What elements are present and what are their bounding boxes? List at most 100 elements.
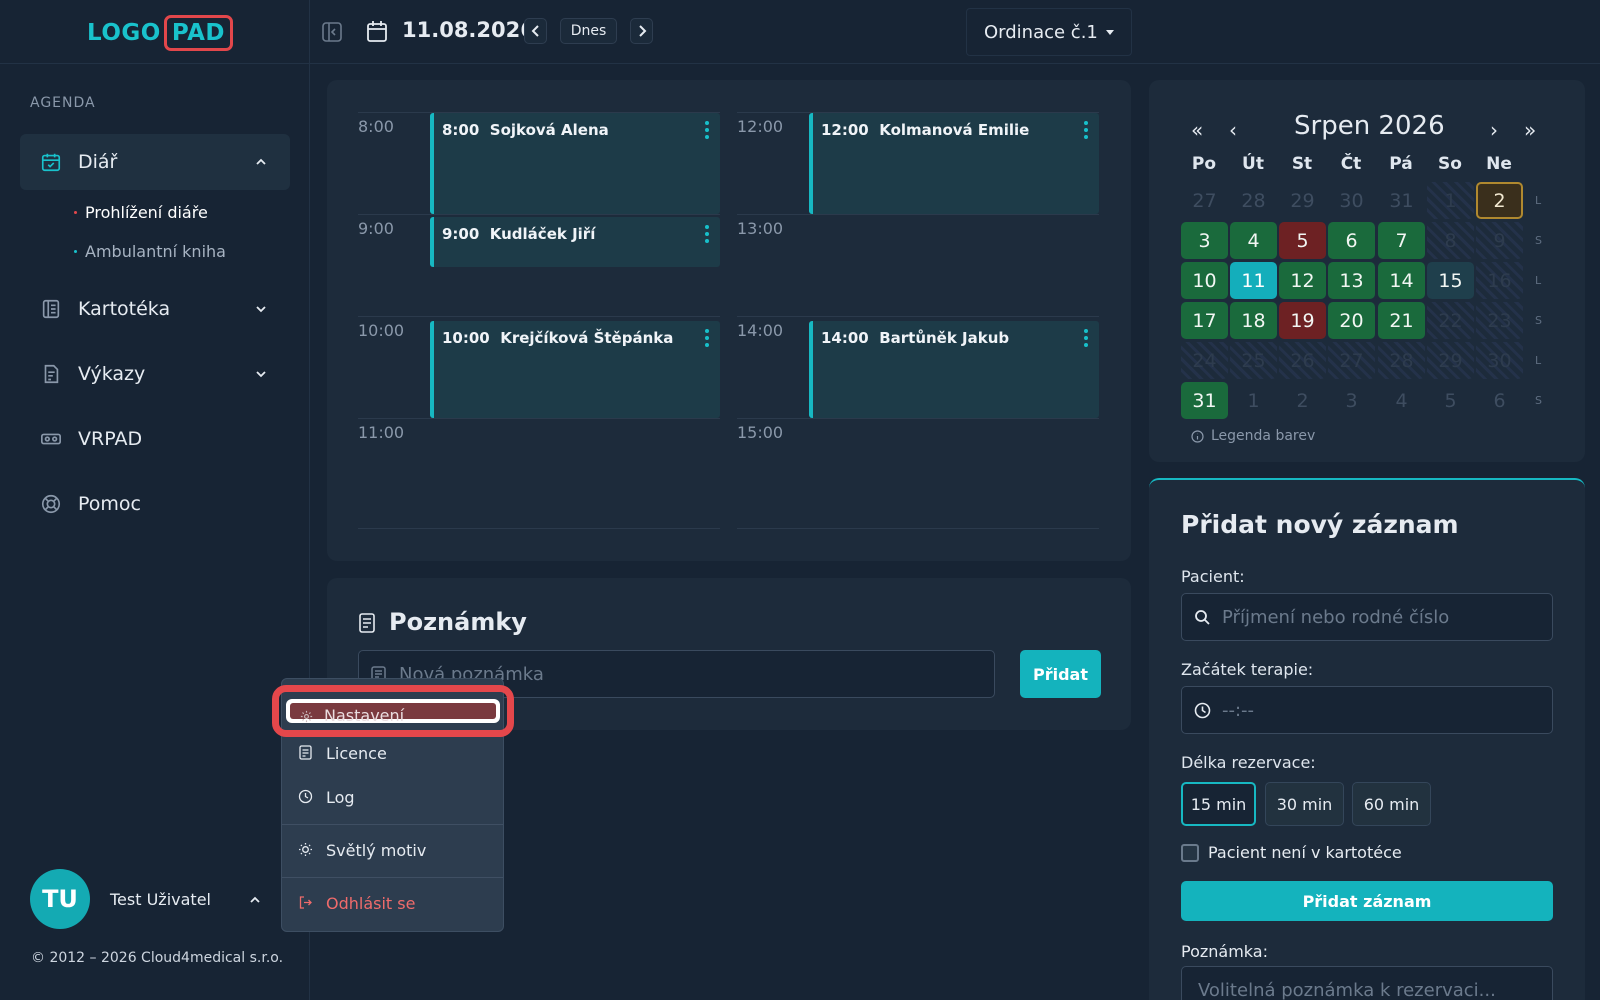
calendar-day[interactable]: 2 xyxy=(1476,182,1523,219)
appointment-patient: Kudláček Jiří xyxy=(489,225,596,243)
start-time-input[interactable]: --:-- xyxy=(1181,686,1553,734)
sidebar-item-diar[interactable]: Diář xyxy=(20,134,290,190)
add-note-button[interactable]: Přidat xyxy=(1020,650,1101,698)
next-month-button[interactable]: › xyxy=(1490,118,1498,142)
prev-year-button[interactable]: « xyxy=(1191,118,1203,142)
next-year-button[interactable]: » xyxy=(1524,118,1536,142)
sidebar-item-vykazy[interactable]: Výkazy xyxy=(20,346,290,402)
calendar-icon[interactable] xyxy=(366,20,388,43)
prev-day-button[interactable] xyxy=(524,18,547,44)
calendar-day[interactable]: 22 xyxy=(1427,302,1474,339)
sidebar-item-pomoc[interactable]: Pomoc xyxy=(20,476,290,532)
calendar-day[interactable]: 27 xyxy=(1328,342,1375,379)
week-letter: S xyxy=(1535,314,1542,327)
prev-month-button[interactable]: ‹ xyxy=(1229,118,1237,142)
weekday-header: So xyxy=(1438,154,1462,174)
calendar-day[interactable]: 30 xyxy=(1328,182,1375,219)
calendar-day[interactable]: 28 xyxy=(1378,342,1425,379)
calendar-day[interactable]: 18 xyxy=(1230,302,1277,339)
office-select[interactable]: Ordinace č.1 xyxy=(966,8,1132,56)
appointment-card[interactable]: 12:00 Kolmanová Emilie xyxy=(809,113,1099,214)
more-vertical-icon[interactable] xyxy=(1084,329,1088,347)
menu-item-logout[interactable]: Odhlásit se xyxy=(282,883,503,923)
menu-item-log[interactable]: Log xyxy=(282,777,503,817)
calendar-day[interactable]: 20 xyxy=(1328,302,1375,339)
calendar-day[interactable]: 11 xyxy=(1230,262,1277,299)
hour-line xyxy=(737,528,1099,529)
length-15-button[interactable]: 15 min xyxy=(1181,782,1256,826)
hour-line xyxy=(737,214,1099,215)
note-textarea[interactable]: Volitelná poznámka k rezervaci... xyxy=(1181,966,1553,1000)
calendar-day[interactable]: 30 xyxy=(1476,342,1523,379)
calendar-day[interactable]: 23 xyxy=(1476,302,1523,339)
calendar-day[interactable]: 6 xyxy=(1476,382,1523,419)
calendar-day[interactable]: 19 xyxy=(1279,302,1326,339)
calendar-day[interactable]: 6 xyxy=(1328,222,1375,259)
calendar-day[interactable]: 26 xyxy=(1279,342,1326,379)
time-label: 15:00 xyxy=(737,423,784,442)
calendar-day[interactable]: 4 xyxy=(1230,222,1277,259)
appointment-card[interactable]: 14:00 Bartůněk Jakub xyxy=(809,321,1099,418)
next-day-button[interactable] xyxy=(630,18,653,44)
calendar-day[interactable]: 16 xyxy=(1476,262,1523,299)
patient-search-input[interactable]: Příjmení nebo rodné číslo xyxy=(1181,593,1553,641)
not-in-registry-checkbox[interactable] xyxy=(1181,844,1199,862)
menu-item-label: Světlý motiv xyxy=(326,840,427,860)
appointment-card[interactable]: 9:00 Kudláček Jiří xyxy=(430,217,720,267)
calendar-day[interactable]: 2 xyxy=(1279,382,1326,419)
calendar-day[interactable]: 1 xyxy=(1230,382,1277,419)
add-record-button[interactable]: Přidat záznam xyxy=(1181,881,1553,921)
calendar-day[interactable]: 8 xyxy=(1427,222,1474,259)
chevron-down-icon xyxy=(256,371,266,378)
calendar-day[interactable]: 28 xyxy=(1230,182,1277,219)
sidebar-subitem-ambulantni[interactable]: Ambulantní kniha xyxy=(74,242,226,261)
more-vertical-icon[interactable] xyxy=(1084,121,1088,139)
today-button[interactable]: Dnes xyxy=(560,18,617,44)
time-label: 11:00 xyxy=(358,423,405,442)
sidebar-toggle-icon[interactable] xyxy=(321,21,343,43)
calendar-day[interactable]: 13 xyxy=(1328,262,1375,299)
calendar-day[interactable]: 31 xyxy=(1181,382,1228,419)
more-vertical-icon[interactable] xyxy=(705,329,709,347)
menu-item-license[interactable]: Licence xyxy=(282,733,503,773)
calendar-day[interactable]: 5 xyxy=(1427,382,1474,419)
calendar-day[interactable]: 9 xyxy=(1476,222,1523,259)
menu-item-light-theme[interactable]: Světlý motiv xyxy=(282,830,503,870)
calendar-day[interactable]: 29 xyxy=(1279,182,1326,219)
weekday-header: St xyxy=(1291,154,1313,174)
color-legend[interactable]: Legenda barev xyxy=(1191,428,1315,444)
sidebar-item-kartoteka[interactable]: Kartotéka xyxy=(20,281,290,337)
appointment-card[interactable]: 10:00 Krejčíková Štěpánka xyxy=(430,321,720,418)
calendar-day[interactable]: 21 xyxy=(1378,302,1425,339)
calendar-day[interactable]: 27 xyxy=(1181,182,1228,219)
calendar-day[interactable]: 17 xyxy=(1181,302,1228,339)
calendar-day[interactable]: 1 xyxy=(1427,182,1474,219)
calendar-day[interactable]: 10 xyxy=(1181,262,1228,299)
calendar-day[interactable]: 5 xyxy=(1279,222,1326,259)
more-vertical-icon[interactable] xyxy=(705,121,709,139)
notes-title: Poznámky xyxy=(389,608,527,636)
calendar-day[interactable]: 15 xyxy=(1427,262,1474,299)
sidebar-subitem-prohlizeni[interactable]: Prohlížení diáře xyxy=(74,203,208,222)
calendar-day[interactable]: 12 xyxy=(1279,262,1326,299)
calendar-day[interactable]: 3 xyxy=(1181,222,1228,259)
appointment-title: 14:00 Bartůněk Jakub xyxy=(821,329,1009,347)
calendar-day[interactable]: 14 xyxy=(1378,262,1425,299)
calendar-day[interactable]: 29 xyxy=(1427,342,1474,379)
calendar-day[interactable]: 31 xyxy=(1378,182,1425,219)
appointment-title: 10:00 Krejčíková Štěpánka xyxy=(442,329,673,347)
calendar-day[interactable]: 7 xyxy=(1378,222,1425,259)
user-area[interactable]: TU Test Uživatel xyxy=(30,869,270,929)
calendar-day[interactable]: 24 xyxy=(1181,342,1228,379)
highlight-fill[interactable]: Nastavení xyxy=(290,703,496,725)
week-letter: L xyxy=(1535,354,1542,367)
sidebar-item-vrpad[interactable]: VRPAD xyxy=(20,411,290,467)
more-vertical-icon[interactable] xyxy=(705,225,709,243)
calendar-day[interactable]: 4 xyxy=(1378,382,1425,419)
appointment-card[interactable]: 8:00 Sojková Alena xyxy=(430,113,720,214)
logo[interactable]: LOGO PAD xyxy=(87,15,233,51)
calendar-day[interactable]: 3 xyxy=(1328,382,1375,419)
calendar-day[interactable]: 25 xyxy=(1230,342,1277,379)
length-60-button[interactable]: 60 min xyxy=(1352,782,1431,826)
length-30-button[interactable]: 30 min xyxy=(1265,782,1344,826)
